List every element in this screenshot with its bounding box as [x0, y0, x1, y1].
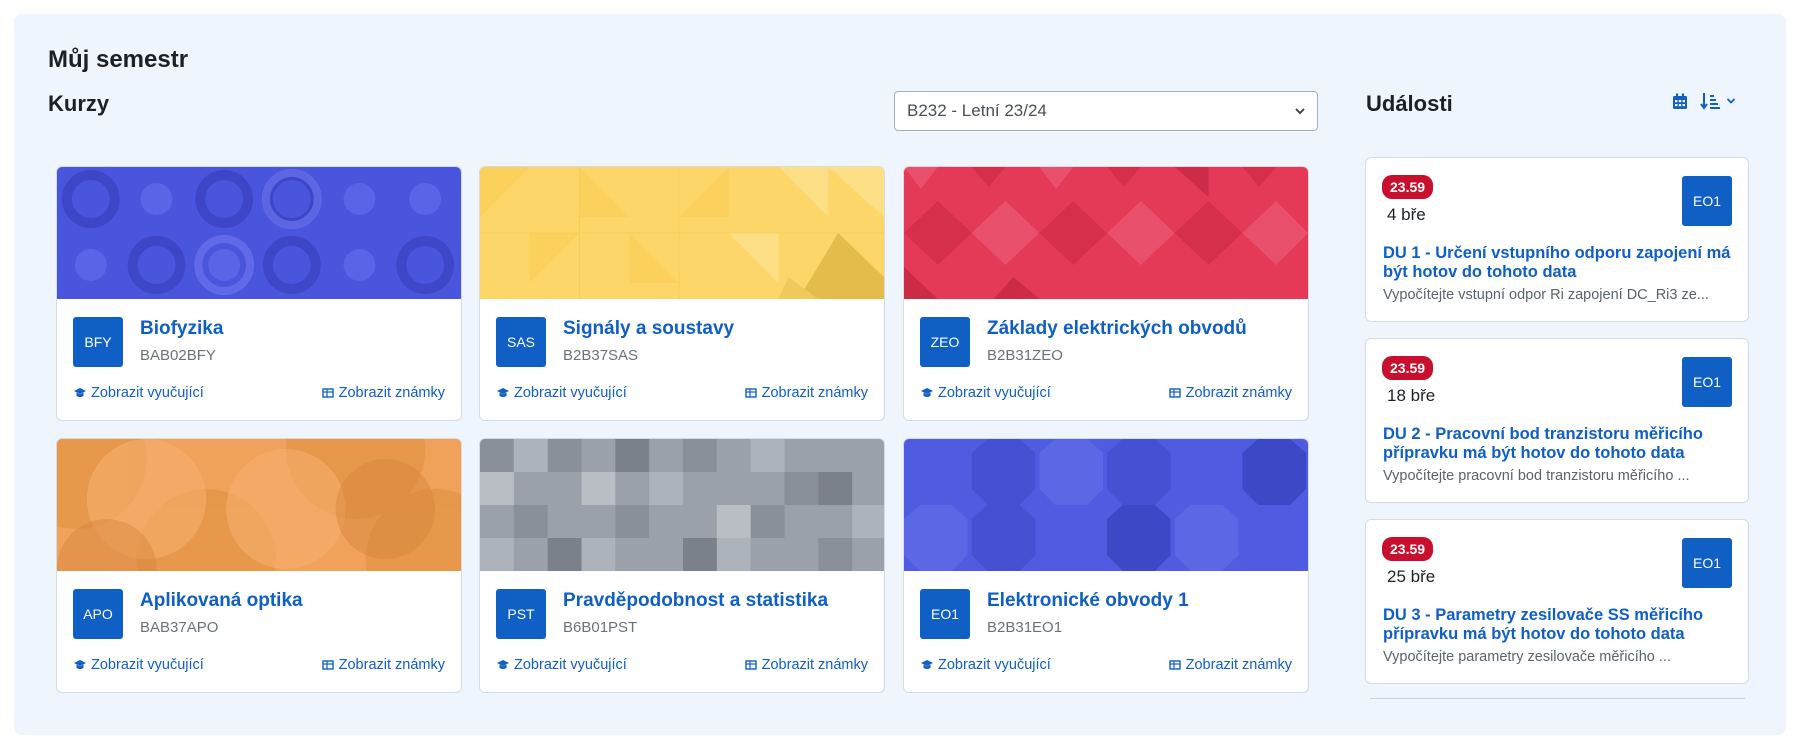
- show-teachers-label: Zobrazit vyučující: [938, 385, 1051, 401]
- semester-select-value: B232 - Letní 23/24: [907, 101, 1047, 120]
- events-toolbar: [1672, 92, 1736, 110]
- calendar-icon[interactable]: [1672, 93, 1688, 110]
- course-code: BAB37APO: [140, 619, 219, 636]
- course-banner: [57, 167, 461, 299]
- chevron-down-icon: [1726, 98, 1736, 104]
- show-grades-label: Zobrazit známky: [1185, 385, 1292, 401]
- event-card[interactable]: 23.59 25 bře EO1 DU 3 - Parametry zesilo…: [1365, 519, 1749, 684]
- show-teachers-link[interactable]: Zobrazit vyučující: [496, 657, 627, 673]
- show-teachers-link[interactable]: Zobrazit vyučující: [920, 385, 1051, 401]
- graduation-cap-icon: [497, 388, 509, 397]
- graduation-cap-icon: [497, 660, 509, 669]
- show-teachers-label: Zobrazit vyučující: [91, 657, 204, 673]
- event-date: 25 bře: [1387, 567, 1436, 586]
- course-card-pst[interactable]: PST Pravděpodobnost a statistika B6B01PS…: [479, 438, 885, 693]
- course-abbr-badge: PST: [496, 589, 546, 639]
- course-banner: [904, 167, 1308, 299]
- graduation-cap-icon: [921, 660, 933, 669]
- event-course-badge: EO1: [1682, 538, 1732, 588]
- course-code: B6B01PST: [563, 619, 638, 636]
- course-card-zeo[interactable]: ZEO Základy elektrických obvodů B2B31ZEO…: [903, 166, 1309, 421]
- table-icon: [1168, 388, 1181, 398]
- sort-menu-toggle[interactable]: [1700, 92, 1736, 110]
- event-description: Vypočítejte pracovní bod tranzistoru měř…: [1383, 468, 1690, 484]
- event-time-badge: 23.59: [1382, 175, 1434, 199]
- table-icon: [744, 388, 757, 398]
- course-abbr-badge: APO: [73, 589, 123, 639]
- event-card[interactable]: 23.59 18 bře EO1 DU 2 - Pracovní bod tra…: [1365, 338, 1749, 503]
- show-teachers-link[interactable]: Zobrazit vyučující: [73, 657, 204, 673]
- show-grades-label: Zobrazit známky: [1185, 657, 1292, 673]
- show-teachers-link[interactable]: Zobrazit vyučující: [73, 385, 204, 401]
- course-card-apo[interactable]: APO Aplikovaná optika BAB37APO Zobrazit …: [56, 438, 462, 693]
- page-title: Můj semestr: [48, 46, 189, 73]
- event-time-badge: 23.59: [1382, 537, 1434, 561]
- graduation-cap-icon: [74, 660, 86, 669]
- show-teachers-label: Zobrazit vyučující: [91, 385, 204, 401]
- show-grades-label: Zobrazit známky: [761, 385, 868, 401]
- show-teachers-label: Zobrazit vyučující: [514, 385, 627, 401]
- table-icon: [321, 388, 334, 398]
- course-abbr-badge: BFY: [73, 317, 123, 367]
- event-course-badge: EO1: [1682, 357, 1732, 407]
- graduation-cap-icon: [74, 388, 86, 397]
- show-teachers-label: Zobrazit vyučující: [938, 657, 1051, 673]
- course-card-eo1[interactable]: EO1 Elektronické obvody 1 B2B31EO1 Zobra…: [903, 438, 1309, 693]
- course-code: B2B31ZEO: [987, 347, 1063, 364]
- table-icon: [1168, 660, 1181, 670]
- course-name-link[interactable]: Základy elektrických obvodů: [987, 318, 1247, 340]
- course-abbr-badge: SAS: [496, 317, 546, 367]
- course-name-link[interactable]: Signály a soustavy: [563, 318, 734, 340]
- show-grades-label: Zobrazit známky: [338, 385, 445, 401]
- event-description: Vypočítejte parametry zesilovače měřicíh…: [1383, 649, 1671, 665]
- graduation-cap-icon: [921, 388, 933, 397]
- show-grades-label: Zobrazit známky: [338, 657, 445, 673]
- show-teachers-link[interactable]: Zobrazit vyučující: [496, 385, 627, 401]
- course-code: B2B31EO1: [987, 619, 1063, 636]
- event-time-badge: 23.59: [1382, 356, 1434, 380]
- show-grades-label: Zobrazit známky: [761, 657, 868, 673]
- event-date: 4 bře: [1387, 205, 1426, 224]
- event-title-link[interactable]: DU 2 - Pracovní bod tranzistoru měřicího…: [1383, 425, 1739, 463]
- course-abbr-badge: ZEO: [920, 317, 970, 367]
- show-grades-link[interactable]: Zobrazit známky: [321, 385, 445, 401]
- event-title-link[interactable]: DU 1 - Určení vstupního odporu zapojení …: [1383, 244, 1739, 282]
- event-list-divider: [1370, 698, 1745, 699]
- show-grades-link[interactable]: Zobrazit známky: [1168, 385, 1292, 401]
- show-grades-link[interactable]: Zobrazit známky: [1168, 657, 1292, 673]
- course-abbr-badge: EO1: [920, 589, 970, 639]
- course-code: B2B37SAS: [563, 347, 639, 364]
- course-name-link[interactable]: Biofyzika: [140, 318, 223, 340]
- show-teachers-label: Zobrazit vyučující: [514, 657, 627, 673]
- course-name-link[interactable]: Aplikovaná optika: [140, 590, 303, 612]
- show-grades-link[interactable]: Zobrazit známky: [321, 657, 445, 673]
- course-banner: [57, 439, 461, 571]
- event-course-badge: EO1: [1682, 176, 1732, 226]
- course-banner: [904, 439, 1308, 571]
- chevron-down-icon: [1295, 108, 1305, 115]
- event-title-link[interactable]: DU 3 - Parametry zesilovače SS měřicího …: [1383, 606, 1739, 644]
- show-teachers-link[interactable]: Zobrazit vyučující: [920, 657, 1051, 673]
- event-card[interactable]: 23.59 4 bře EO1 DU 1 - Určení vstupního …: [1365, 157, 1749, 322]
- course-name-link[interactable]: Elektronické obvody 1: [987, 590, 1189, 612]
- course-banner: [480, 167, 884, 299]
- table-icon: [321, 660, 334, 670]
- course-name-link[interactable]: Pravděpodobnost a statistika: [563, 590, 828, 612]
- course-banner: [480, 439, 884, 571]
- show-grades-link[interactable]: Zobrazit známky: [744, 385, 868, 401]
- table-icon: [744, 660, 757, 670]
- courses-heading: Kurzy: [48, 91, 110, 116]
- course-code: BAB02BFY: [140, 347, 216, 364]
- sort-ascending-icon: [1700, 93, 1720, 110]
- event-description: Vypočítejte vstupní odpor Ri zapojení DC…: [1383, 287, 1709, 303]
- course-card-sas[interactable]: SAS Signály a soustavy B2B37SAS Zobrazit…: [479, 166, 885, 421]
- course-card-bfy[interactable]: BFY Biofyzika BAB02BFY Zobrazit vyučujíc…: [56, 166, 462, 421]
- semester-select[interactable]: B232 - Letní 23/24: [894, 91, 1318, 131]
- show-grades-link[interactable]: Zobrazit známky: [744, 657, 868, 673]
- event-date: 18 bře: [1387, 386, 1436, 405]
- events-heading: Události: [1366, 91, 1453, 116]
